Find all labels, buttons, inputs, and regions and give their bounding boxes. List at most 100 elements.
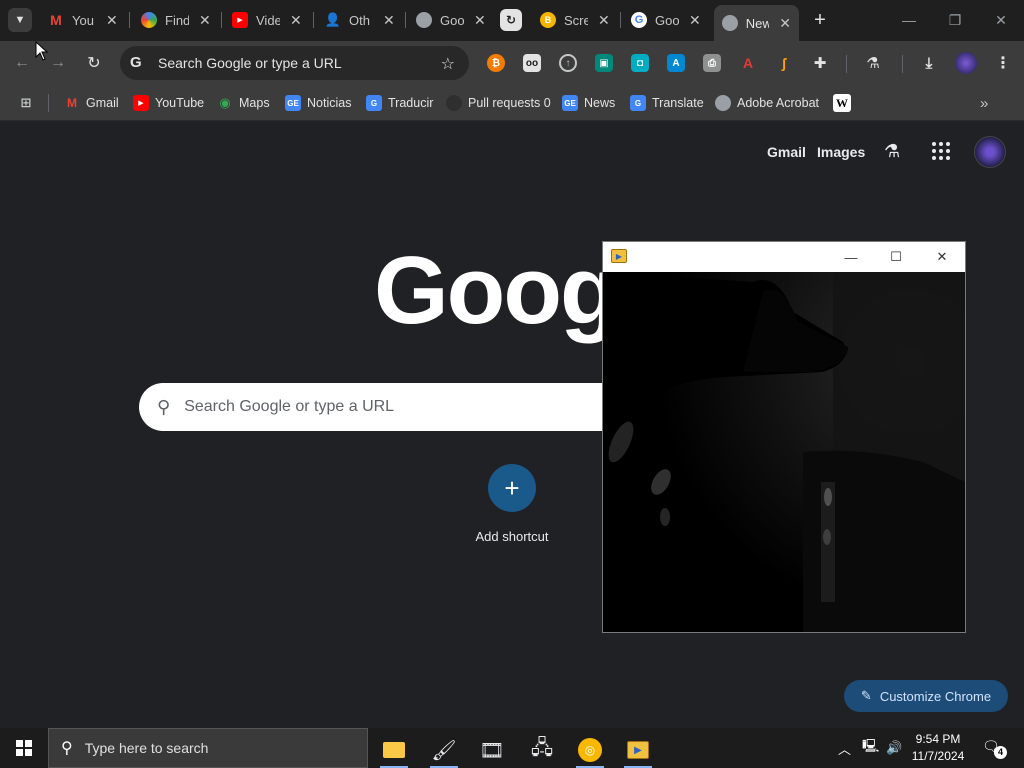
omnibox[interactable]: G Search Google or type a URL ☆ [120, 46, 469, 80]
ntp-images-link[interactable]: Images [817, 144, 865, 160]
window-minimize-button[interactable]: — [886, 0, 932, 40]
bookmark-maps[interactable]: ◉ Maps [217, 92, 269, 114]
apps-grid-button[interactable]: ⊞ [18, 92, 40, 114]
tab-new-tab[interactable]: New ✕ [714, 5, 799, 41]
window-close-button[interactable]: ✕ [978, 0, 1024, 40]
bookmark-traducir[interactable]: G Traducir [366, 92, 433, 114]
ntp-gmail-link[interactable]: Gmail [767, 144, 806, 160]
customize-chrome-button[interactable]: ✎ Customize Chrome [844, 680, 1008, 712]
more-menu-icon[interactable]: ⋮ [994, 54, 1012, 72]
close-icon[interactable]: ✕ [474, 12, 486, 29]
reload-icon: ↻ [87, 55, 101, 72]
extension-compass-icon[interactable]: ↑ [559, 54, 577, 72]
extension-screen-icon[interactable]: ◘ [631, 54, 649, 72]
gmail-icon: M [50, 12, 62, 28]
taskbar-clock[interactable]: 9:54 PM 11/7/2024 [908, 731, 968, 765]
window-restore-button[interactable]: ❐ [932, 0, 978, 40]
bookmark-noticias[interactable]: GE Noticias [285, 92, 351, 114]
news-icon: GE [285, 95, 301, 111]
tab-title: Find [165, 12, 189, 28]
bookmark-wikipedia[interactable]: W [833, 92, 857, 114]
labs-flask-icon[interactable]: ⚗ [884, 141, 900, 162]
add-shortcut-button[interactable]: + [488, 464, 536, 512]
taskbar-file-explorer[interactable] [374, 732, 414, 768]
close-icon[interactable]: ✕ [689, 12, 701, 29]
forward-button[interactable]: → [46, 51, 70, 75]
extension-acrobat-icon[interactable]: A [739, 54, 757, 72]
bookmark-youtube[interactable]: ▶ YouTube [133, 92, 204, 114]
tab-screenshot[interactable]: B Scre ✕ [532, 6, 618, 34]
extension-bitcoin-icon[interactable]: ₿ [487, 54, 505, 72]
close-icon[interactable]: ✕ [598, 12, 610, 29]
tray-overflow-chevron[interactable]: ︿ [838, 728, 851, 768]
google-apps-icon[interactable] [932, 142, 950, 160]
close-icon[interactable]: ✕ [383, 12, 395, 29]
bookmark-star-icon[interactable]: ☆ [441, 54, 455, 74]
bookmark-translate[interactable]: G Translate [630, 92, 704, 114]
account-avatar[interactable] [974, 136, 1006, 168]
labs-flask-icon[interactable]: ⚗ [864, 54, 882, 72]
video-player-window[interactable]: ▶ — ☐ ✕ [602, 241, 966, 633]
bookmarks-divider [48, 94, 49, 112]
bookmark-pull-requests[interactable]: Pull requests 0 [446, 92, 551, 114]
close-icon[interactable]: ✕ [199, 12, 211, 29]
close-icon[interactable]: ✕ [290, 12, 302, 29]
video-maximize-button[interactable]: ☐ [881, 246, 911, 268]
bookmark-gmail[interactable]: M Gmail [64, 92, 119, 114]
close-icon[interactable]: ✕ [106, 12, 118, 29]
add-shortcut-label[interactable]: Add shortcut [462, 529, 562, 544]
omnibox-placeholder: Search Google or type a URL [158, 55, 342, 71]
tab-youtube[interactable]: ▶ Vide ✕ [224, 6, 310, 34]
tab-search-button[interactable]: ▼ [8, 8, 32, 32]
extension-a-icon[interactable]: A [667, 54, 685, 72]
search-icon: ⚲ [157, 396, 171, 417]
extensions-puzzle-icon[interactable]: ✚ [811, 54, 829, 72]
start-button[interactable] [0, 728, 48, 768]
bookmark-adobe-acrobat[interactable]: Adobe Acrobat [715, 92, 819, 114]
taskbar-app-media-player[interactable]: ▶ [618, 732, 658, 768]
download-icon[interactable]: ⤓ [920, 54, 938, 72]
network-icon: 🖧 [530, 737, 554, 759]
tab-title: Oth [349, 12, 370, 28]
windows-logo-icon [16, 740, 32, 756]
taskbar-app-paint[interactable]: 🖌 [424, 732, 464, 768]
extension-printer-icon[interactable]: ⎙ [703, 54, 721, 72]
extension-hook-icon[interactable]: ʃ [775, 54, 793, 72]
more-bookmarks-button[interactable]: » [980, 92, 988, 114]
tab-google-2[interactable]: G Goo ✕ [623, 6, 709, 34]
toolbar-divider [902, 55, 903, 73]
media-player-icon: ▶ [611, 249, 627, 263]
tab-pinned[interactable]: ↻ [496, 6, 526, 34]
tab-other[interactable]: 👤 Oth ✕ [317, 6, 403, 34]
customize-chrome-label: Customize Chrome [879, 688, 992, 704]
media-player-icon: ▶ [627, 741, 649, 759]
gmail-icon: M [67, 96, 77, 110]
back-button[interactable]: ← [10, 51, 34, 75]
video-frame[interactable] [603, 272, 965, 632]
taskbar-search-box[interactable]: ⚲ Type here to search [48, 728, 368, 768]
taskbar-app-movie-maker[interactable]: 🎞 [472, 732, 512, 768]
taskbar-app-network[interactable]: 🖧 [522, 732, 562, 768]
new-tab-button[interactable]: + [810, 8, 830, 32]
action-center-button[interactable]: 🗨 4 [982, 738, 1007, 759]
tray-network[interactable]: 🖳 [862, 728, 879, 768]
tab-lens[interactable]: Find ✕ [133, 6, 219, 34]
bookmark-news[interactable]: GE News [562, 92, 615, 114]
bookmark-label: Gmail [86, 96, 119, 110]
reload-button[interactable]: ↻ [82, 51, 106, 75]
tab-google-1[interactable]: Goo ✕ [408, 6, 494, 34]
video-window-titlebar[interactable]: ▶ — ☐ ✕ [603, 242, 965, 272]
taskbar-app-coin[interactable]: ◎ [570, 732, 610, 768]
pencil-icon: ✎ [860, 688, 872, 703]
tray-volume[interactable]: 🔊 [886, 728, 902, 768]
video-close-button[interactable]: ✕ [927, 246, 957, 268]
video-minimize-button[interactable]: — [836, 246, 866, 268]
extension-glasses-icon[interactable]: oo [523, 54, 541, 72]
tab-divider [620, 12, 621, 28]
close-icon[interactable]: ✕ [779, 15, 791, 32]
profile-avatar[interactable] [955, 52, 977, 74]
tab-gmail[interactable]: M You ✕ [40, 6, 126, 34]
wikipedia-icon: W [833, 94, 851, 112]
extension-camera-icon[interactable]: ▣ [595, 54, 613, 72]
tab-title: Goo [440, 12, 464, 28]
